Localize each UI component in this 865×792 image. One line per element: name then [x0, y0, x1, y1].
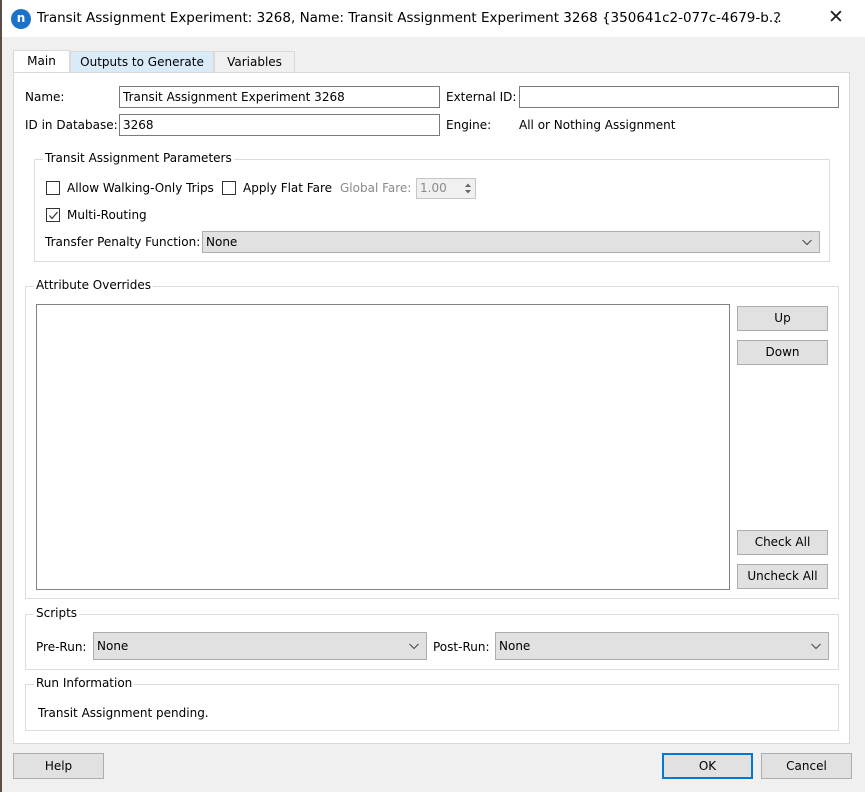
apply-flat-fare-checkbox[interactable]	[222, 181, 236, 195]
pre-run-value: None	[97, 639, 129, 653]
tab-main[interactable]: Main	[13, 50, 70, 73]
up-button[interactable]: Up	[737, 306, 828, 331]
external-id-label: External ID:	[446, 90, 517, 104]
main-tab-panel: Name: Transit Assignment Experiment 3268…	[13, 72, 850, 744]
window-title: Transit Assignment Experiment: 3268, Nam…	[37, 10, 782, 26]
multi-routing-checkbox[interactable]	[46, 208, 60, 222]
help-icon[interactable]: ?	[773, 9, 781, 27]
tab-outputs-to-generate[interactable]: Outputs to Generate	[70, 51, 214, 72]
checkmark-icon	[49, 211, 58, 220]
run-information-title: Run Information	[34, 676, 135, 690]
pre-run-dropdown[interactable]: None	[93, 632, 427, 660]
id-in-database-input[interactable]: 3268	[119, 114, 440, 136]
name-input[interactable]: Transit Assignment Experiment 3268	[119, 86, 440, 108]
chevron-down-icon	[802, 239, 812, 246]
allow-walking-checkbox[interactable]	[46, 181, 60, 195]
window-border	[0, 0, 2, 792]
run-information-group: Run Information Transit Assignment pendi…	[25, 676, 839, 731]
multi-routing-label: Multi-Routing	[67, 208, 147, 222]
run-information-text: Transit Assignment pending.	[38, 706, 209, 720]
transit-params-title: Transit Assignment Parameters	[43, 151, 234, 165]
down-button[interactable]: Down	[737, 340, 828, 365]
pre-run-label: Pre-Run:	[36, 640, 87, 654]
global-fare-label: Global Fare:	[340, 181, 412, 195]
check-all-button[interactable]: Check All	[737, 530, 828, 555]
post-run-label: Post-Run:	[433, 640, 490, 654]
close-icon[interactable]: ✕	[828, 6, 844, 28]
external-id-input[interactable]	[519, 86, 839, 108]
cancel-button[interactable]: Cancel	[761, 753, 852, 779]
engine-value: All or Nothing Assignment	[519, 118, 676, 132]
apply-flat-fare-label: Apply Flat Fare	[243, 181, 333, 195]
scripts-group: Scripts Pre-Run: None Post-Run: None	[25, 606, 839, 670]
help-button[interactable]: Help	[13, 753, 104, 779]
app-logo-icon: n	[11, 9, 31, 29]
transfer-penalty-label: Transfer Penalty Function:	[45, 235, 201, 249]
name-label: Name:	[25, 90, 65, 104]
tab-variables[interactable]: Variables	[214, 51, 295, 72]
post-run-value: None	[499, 639, 531, 653]
uncheck-all-button[interactable]: Uncheck All	[737, 564, 828, 589]
transfer-penalty-dropdown[interactable]: None	[202, 231, 820, 253]
engine-label: Engine:	[446, 118, 492, 132]
post-run-dropdown[interactable]: None	[495, 632, 829, 660]
global-fare-spinbox[interactable]: 1.00	[416, 178, 476, 199]
attribute-overrides-group: Attribute Overrides Up Down Check All Un…	[25, 278, 839, 599]
chevron-down-icon	[409, 643, 419, 650]
id-in-database-label: ID in Database:	[25, 118, 118, 132]
transit-params-group: Transit Assignment Parameters Allow Walk…	[34, 151, 830, 262]
allow-walking-label: Allow Walking-Only Trips	[67, 181, 214, 195]
attribute-overrides-list[interactable]	[36, 304, 730, 590]
ok-button[interactable]: OK	[662, 753, 753, 779]
scripts-title: Scripts	[34, 606, 80, 620]
attribute-overrides-title: Attribute Overrides	[34, 278, 153, 292]
spin-arrows-icon[interactable]	[463, 181, 473, 196]
chevron-down-icon	[811, 643, 821, 650]
global-fare-value: 1.00	[420, 181, 447, 195]
title-bar[interactable]: n Transit Assignment Experiment: 3268, N…	[2, 0, 865, 37]
transfer-penalty-value: None	[206, 235, 238, 249]
